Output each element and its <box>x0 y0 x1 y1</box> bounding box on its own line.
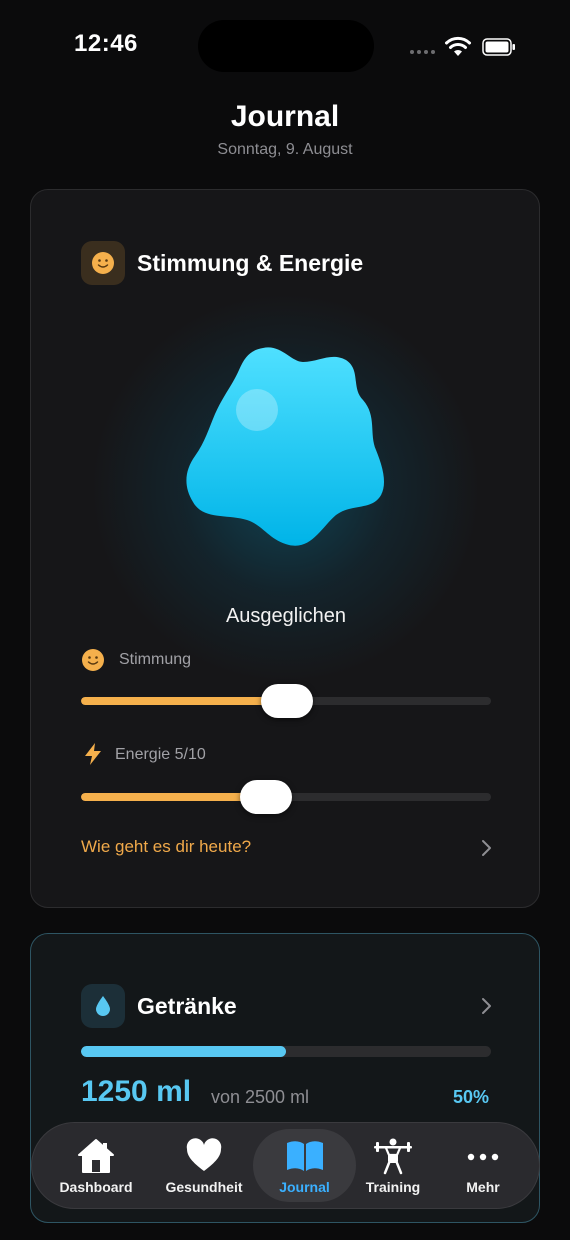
stimmung-label: Stimmung <box>119 651 192 668</box>
page-title: Journal <box>230 100 340 133</box>
tab-mehr[interactable]: Mehr <box>433 1123 533 1208</box>
wifi-icon <box>445 36 471 56</box>
mood-card-icon-wrap <box>81 241 125 285</box>
mood-card-title: Stimmung & Energie <box>137 250 364 276</box>
drinks-goal: von 2500 ml <box>211 1087 310 1107</box>
mood-energy-card: Stimmung & Energie Ausgeglichen Stimmung <box>30 189 540 908</box>
lightning-icon <box>85 743 101 765</box>
energie-slider-thumb[interactable] <box>240 780 292 814</box>
water-drop-icon <box>96 996 110 1016</box>
smiley-icon <box>82 649 104 671</box>
chevron-right-icon[interactable] <box>480 839 492 857</box>
journal-screen: 12:46 Journal Sonntag, 9. August Stimmun… <box>0 0 570 1240</box>
drinks-progress-fill <box>81 1046 286 1057</box>
tab-label: Mehr <box>466 1179 500 1195</box>
stimmung-slider-thumb[interactable] <box>261 684 313 718</box>
tab-dashboard[interactable]: Dashboard <box>46 1123 146 1208</box>
tab-journal[interactable]: Journal <box>253 1129 356 1202</box>
stimmung-slider-fill <box>81 697 286 705</box>
page-date: Sonntag, 9. August <box>217 141 353 158</box>
tab-label: Dashboard <box>59 1179 133 1195</box>
house-icon <box>78 1139 114 1173</box>
book-icon <box>286 1141 323 1171</box>
heart-icon <box>186 1138 222 1171</box>
smiley-icon <box>92 252 114 274</box>
tab-label: Journal <box>279 1179 330 1195</box>
energie-label: Energie 5/10 <box>115 746 206 763</box>
chevron-right-icon[interactable] <box>480 997 492 1015</box>
energie-slider-fill <box>81 793 266 801</box>
dynamic-island <box>198 20 374 72</box>
mood-prompt-link[interactable]: Wie geht es dir heute? <box>81 837 251 857</box>
tab-training[interactable]: Training <box>343 1123 443 1208</box>
more-icon <box>467 1153 499 1161</box>
tab-gesundheit[interactable]: Gesundheit <box>154 1123 254 1208</box>
cellular-signal-icon <box>410 50 435 54</box>
mood-blob[interactable] <box>181 340 391 550</box>
drinks-card-title: Getränke <box>137 993 237 1019</box>
tab-label: Training <box>365 1179 421 1195</box>
drinks-percent: 50% <box>452 1087 489 1107</box>
drinks-amount: 1250 ml <box>81 1075 192 1108</box>
weightlifter-icon <box>374 1138 412 1175</box>
battery-icon <box>482 38 515 56</box>
drinks-card-icon-wrap <box>81 984 125 1028</box>
status-time: 12:46 <box>74 30 138 57</box>
drinks-progress-track <box>81 1046 491 1057</box>
tab-label: Gesundheit <box>165 1179 243 1195</box>
tab-bar: Dashboard Gesundheit Journal Training Me… <box>31 1122 540 1209</box>
mood-state-label: Ausgeglichen <box>225 605 347 627</box>
